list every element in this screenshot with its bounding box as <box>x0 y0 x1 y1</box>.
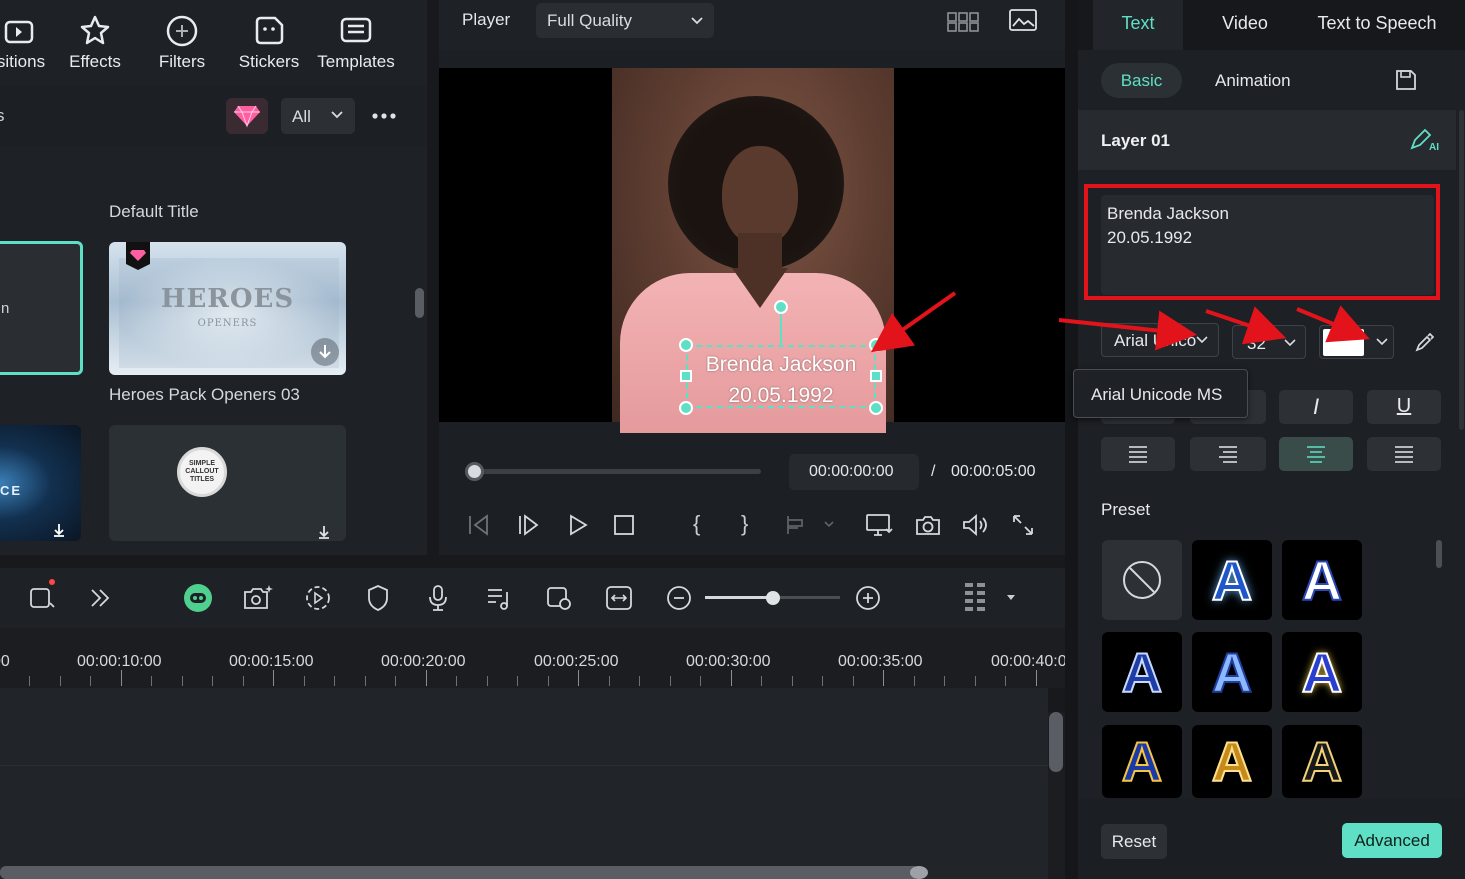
annotation-arrows <box>870 291 1370 353</box>
arrow-to-font <box>1058 310 1197 351</box>
arrow-to-overlay <box>870 291 957 353</box>
arrow-to-color <box>1296 305 1370 343</box>
arrow-to-size <box>1205 306 1287 345</box>
